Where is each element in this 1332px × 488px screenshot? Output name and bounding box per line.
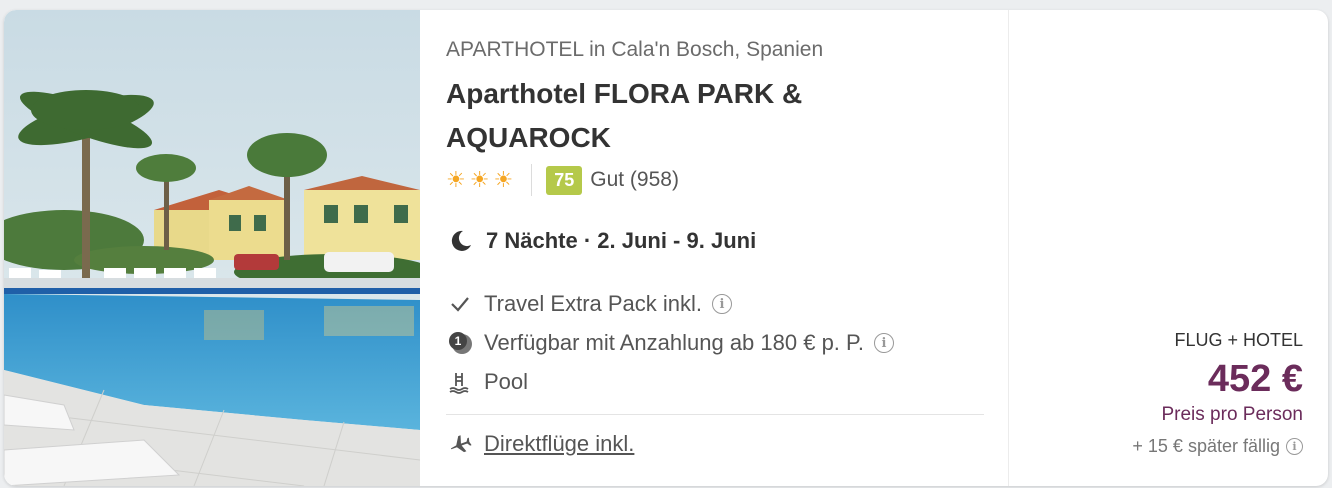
hotel-name[interactable]: Aparthotel FLORA PARK & AQUAROCK bbox=[446, 72, 966, 160]
feature-label: Travel Extra Pack inkl. bbox=[484, 291, 703, 316]
sun-icon: ☀ bbox=[469, 167, 490, 192]
info-icon[interactable]: i bbox=[873, 333, 894, 353]
feature-label: Verfügbar mit Anzahlung ab 180 € p. P. bbox=[484, 330, 864, 355]
feature-deposit: 1 Verfügbar mit Anzahlung ab 180 € p. P.… bbox=[446, 329, 894, 357]
hotel-stars: ☀ ☀ ☀ bbox=[446, 167, 513, 193]
price-panel[interactable]: FLUG + HOTEL 452 € Preis pro Person + 15… bbox=[1008, 10, 1328, 486]
hotel-type-location: APARTHOTEL in Cala'n Bosch, Spanien bbox=[446, 38, 824, 61]
deposit-icon: 1 bbox=[446, 329, 474, 357]
stay-duration: 7 Nächte · 2. Juni - 9. Juni bbox=[446, 226, 756, 256]
later-fee-text: + 15 € später fällig bbox=[1132, 436, 1280, 456]
rating-divider bbox=[531, 164, 533, 196]
hotel-photo-image bbox=[4, 10, 420, 486]
info-icon[interactable]: i bbox=[1286, 438, 1303, 455]
sun-icon: ☀ bbox=[493, 167, 514, 192]
section-divider bbox=[446, 414, 984, 415]
pool-icon bbox=[446, 368, 474, 396]
direct-flights-link[interactable]: Direktflüge inkl. bbox=[484, 431, 634, 457]
review-score-badge[interactable]: 75 bbox=[546, 165, 583, 195]
moon-icon bbox=[446, 226, 476, 256]
review-score-label[interactable]: Gut (958) bbox=[590, 168, 679, 192]
price-per-person-label: Preis pro Person bbox=[1161, 404, 1303, 425]
feature-label: Pool bbox=[484, 369, 529, 394]
feature-pool: Pool bbox=[446, 368, 528, 396]
sun-icon: ☀ bbox=[446, 167, 466, 192]
hotel-info: APARTHOTEL in Cala'n Bosch, Spanien Apar… bbox=[446, 10, 986, 486]
check-icon bbox=[446, 290, 474, 318]
hotel-offer-card[interactable]: APARTHOTEL in Cala'n Bosch, Spanien Apar… bbox=[4, 10, 1328, 486]
total-price[interactable]: 452 € bbox=[1208, 358, 1303, 401]
feature-travel-extra: Travel Extra Pack inkl. i bbox=[446, 290, 733, 318]
hotel-photo[interactable] bbox=[4, 10, 420, 486]
offer-type-label: FLUG + HOTEL bbox=[1174, 330, 1303, 350]
svg-text:1: 1 bbox=[455, 334, 462, 348]
later-fee: + 15 € später fällig i bbox=[1132, 436, 1303, 457]
rating-row: ☀ ☀ ☀ 75 Gut (958) bbox=[446, 163, 679, 197]
info-icon[interactable]: i bbox=[712, 294, 733, 314]
stay-duration-text: 7 Nächte · 2. Juni - 9. Juni bbox=[486, 228, 757, 253]
plane-icon bbox=[446, 430, 474, 458]
feature-flights: Direktflüge inkl. bbox=[446, 430, 634, 458]
